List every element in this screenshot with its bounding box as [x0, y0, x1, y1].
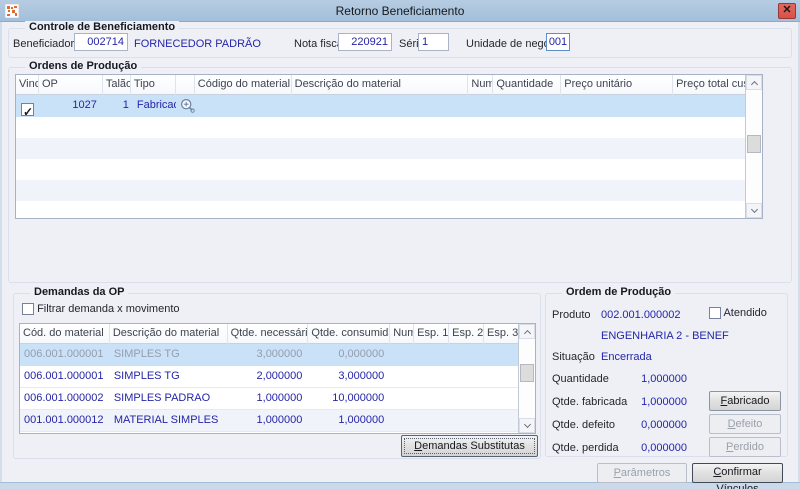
scroll-down-button[interactable] [519, 418, 535, 433]
col-quantidade[interactable]: Quantidade [493, 75, 561, 95]
window-border-bottom [0, 482, 800, 489]
window-border-left [0, 22, 2, 489]
window-title: Retorno Beneficiamento [0, 0, 800, 22]
perdido-button[interactable]: Perdido [709, 437, 781, 457]
produto-desc: ENGENHARIA 2 - BENEF [601, 330, 729, 342]
situacao-value: Encerrada [601, 351, 652, 363]
col-desc-material[interactable]: Descrição do material [110, 324, 228, 344]
col-esp2[interactable]: Esp. 2 [449, 324, 484, 344]
empty-row [16, 138, 745, 159]
qtde-defeito-value: 0,000000 [601, 419, 687, 431]
group-ordens-producao: Ordens de Produção Vinc. OP Talão Tipo C… [8, 67, 792, 283]
nota-fiscal-input[interactable] [338, 33, 392, 51]
close-icon: ✕ [782, 4, 791, 16]
zoom-in-icon[interactable] [180, 105, 195, 117]
col-codigo-material[interactable]: Código do material [195, 75, 292, 95]
filtrar-demanda-checkbox[interactable] [22, 303, 34, 315]
col-num[interactable]: Num [468, 75, 493, 95]
group-ordem-producao-title: Ordem de Produção [562, 286, 675, 298]
col-cod-material[interactable]: Cód. do material [20, 324, 110, 344]
demanda-row[interactable]: 006.001.000002 SIMPLES PADRAO 1,000000 1… [20, 388, 518, 410]
demanda-row[interactable]: 006.001.000001 SIMPLES TG 2,000000 3,000… [20, 366, 518, 388]
dialog-retorno-beneficiamento: Retorno Beneficiamento ✕ Controle de Ben… [0, 0, 800, 489]
chevron-up-icon [524, 330, 531, 337]
ordens-table: Vinc. OP Talão Tipo Código do material D… [15, 74, 763, 219]
group-ordens-title: Ordens de Produção [25, 60, 141, 72]
vinculado-checkbox[interactable] [21, 103, 34, 116]
empty-row [16, 159, 745, 180]
qtde-perdida-value: 0,000000 [601, 442, 687, 454]
ordens-table-row[interactable]: 1027 1 Fabricado [16, 95, 745, 117]
beneficiador-label: Beneficiador [13, 38, 74, 50]
atendido-checkbox[interactable] [709, 307, 721, 319]
quantidade-value: 1,000000 [601, 373, 687, 385]
beneficiador-code-input[interactable] [74, 33, 128, 51]
empty-row [16, 117, 745, 138]
tipo-cell: Fabricado [131, 95, 176, 117]
talao-cell: 1 [103, 95, 131, 117]
unidade-negocio-input[interactable] [546, 33, 570, 51]
group-controle-title: Controle de Beneficiamento [25, 21, 179, 33]
defeito-button[interactable]: Defeito [709, 414, 781, 434]
scrollbar-thumb[interactable] [747, 135, 761, 153]
scrollbar-thumb[interactable] [520, 364, 534, 382]
demandas-substitutas-button[interactable]: Demandas Substitutas [401, 435, 538, 457]
demanda-row[interactable]: 001.001.000012 MATERIAL SIMPLES 1,000000… [20, 410, 518, 432]
scroll-up-button[interactable] [746, 75, 762, 90]
produto-code: 002.001.000002 [601, 309, 681, 321]
titlebar: Retorno Beneficiamento ✕ [0, 0, 800, 22]
scroll-down-button[interactable] [746, 203, 762, 218]
col-vinc[interactable]: Vinc. [16, 75, 39, 95]
demanda-row[interactable]: 006.001.000001 SIMPLES TG 3,000000 0,000… [20, 344, 518, 366]
demandas-table-header: Cód. do material Descrição do material Q… [20, 324, 518, 344]
empty-row [16, 180, 745, 201]
group-demandas-op: Demandas da OP Filtrar demanda x movimen… [13, 293, 541, 459]
atendido-label: Atendido [723, 307, 766, 319]
demandas-table: Cód. do material Descrição do material Q… [19, 323, 536, 434]
ordens-table-header: Vinc. OP Talão Tipo Código do material D… [16, 75, 745, 95]
col-preco-total[interactable]: Preço total custo [673, 75, 745, 95]
col-op[interactable]: OP [39, 75, 103, 95]
produto-label: Produto [552, 309, 591, 321]
beneficiador-name: FORNECEDOR PADRÃO [134, 38, 261, 50]
close-button[interactable]: ✕ [778, 3, 796, 19]
serie-input[interactable] [418, 33, 449, 51]
ordens-vertical-scrollbar[interactable] [745, 75, 762, 218]
scroll-up-button[interactable] [519, 324, 535, 339]
situacao-label: Situação [552, 351, 595, 363]
chevron-down-icon [751, 206, 758, 213]
parametros-button[interactable]: Parâmetros [597, 463, 687, 483]
col-tipo[interactable]: Tipo [131, 75, 176, 95]
confirmar-vinculos-button[interactable]: Confirmar Vínculos [692, 463, 783, 483]
op-cell: 1027 [39, 95, 103, 117]
col-qtde-necessaria[interactable]: Qtde. necessária [228, 324, 309, 344]
demandas-vertical-scrollbar[interactable] [518, 324, 535, 433]
col-esp1[interactable]: Esp. 1 [414, 324, 449, 344]
col-descricao-material[interactable]: Descrição do material [292, 75, 469, 95]
empty-row [16, 201, 745, 218]
chevron-up-icon [751, 81, 758, 88]
col-zoom[interactable] [176, 75, 195, 95]
col-qtde-consumida[interactable]: Qtde. consumida [308, 324, 390, 344]
col-num[interactable]: Num. [390, 324, 414, 344]
col-esp3[interactable]: Esp. 3 [484, 324, 518, 344]
fabricado-button[interactable]: Fabricado [709, 391, 781, 411]
chevron-down-icon [524, 421, 531, 428]
col-preco-unitario[interactable]: Preço unitário [561, 75, 673, 95]
group-ordem-producao: Ordem de Produção Produto 002.001.000002… [545, 293, 788, 457]
filtrar-demanda-label: Filtrar demanda x movimento [37, 303, 179, 315]
group-demandas-title: Demandas da OP [30, 286, 128, 298]
col-talao[interactable]: Talão [103, 75, 131, 95]
qtde-fabricada-value: 1,000000 [601, 396, 687, 408]
group-controle-beneficiamento: Controle de Beneficiamento Beneficiador … [8, 28, 792, 58]
